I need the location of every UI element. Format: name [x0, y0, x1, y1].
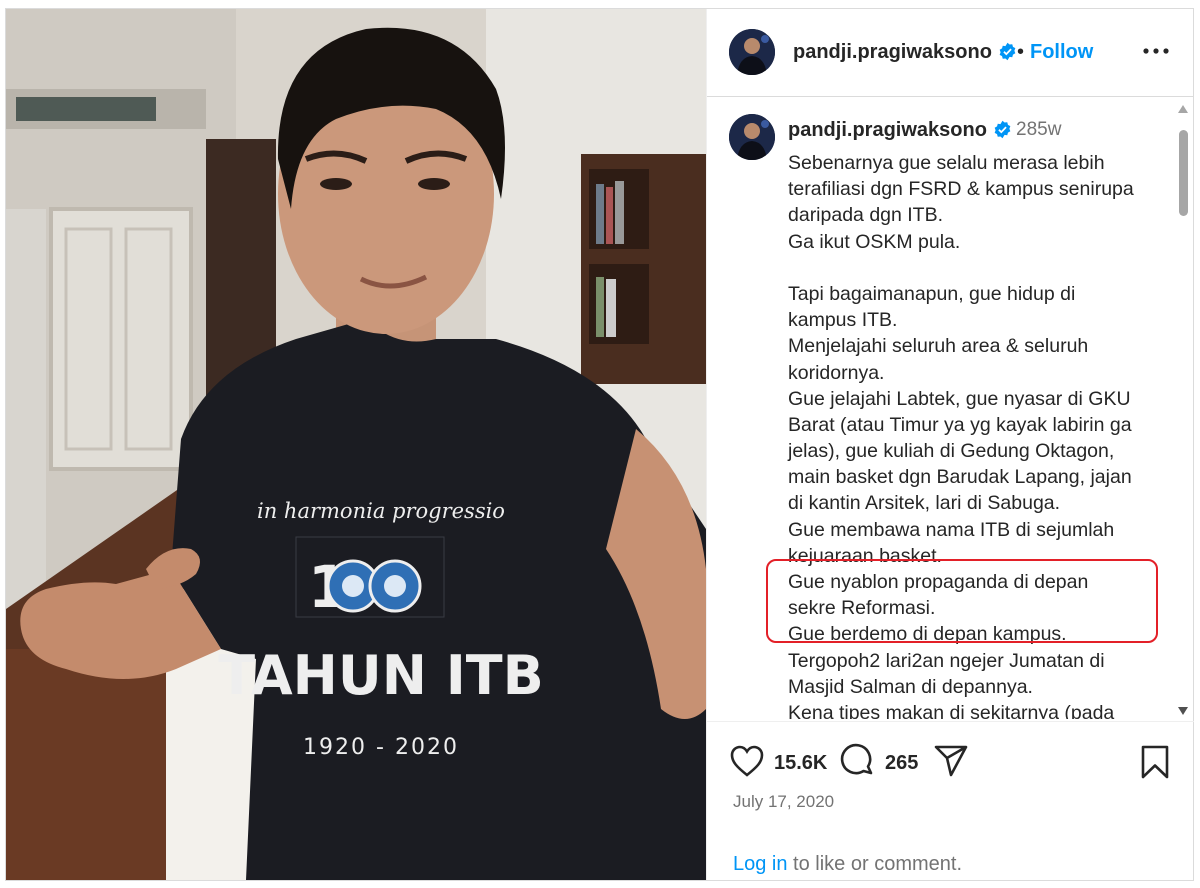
caption-line: Kena tipes makan di sekitarnya (pada [788, 701, 1115, 719]
post-header: pandji.pragiwaksono • Follow [707, 9, 1194, 97]
caption-line: main basket dgn Barudak Lapang, jajan [788, 466, 1132, 489]
caption-line: Barat (atau Timur ya yg kayak labirin ga [788, 413, 1132, 436]
caption-line: koridornya. [788, 361, 885, 384]
verified-badge-icon [994, 120, 1011, 139]
caption-line: kampus ITB. [788, 309, 898, 332]
caption-area[interactable]: pandji.pragiwaksono 285w Sebenarnya gue … [707, 99, 1194, 719]
header-separator: • [1017, 41, 1025, 63]
caption-line: Tapi bagaimanapun, gue hidup di [788, 282, 1076, 305]
selfie-illustration: in harmonia progressio 1 TAHUN ITB 1920 … [6, 9, 706, 880]
share-icon[interactable] [933, 744, 969, 778]
caption-username[interactable]: pandji.pragiwaksono [788, 119, 1012, 142]
shirt-slogan: in harmonia progressio [257, 499, 505, 523]
shirt-years: 1920 - 2020 [303, 735, 459, 760]
verified-badge-icon [999, 42, 1016, 61]
post-date[interactable]: July 17, 2020 [733, 792, 834, 812]
caption-username-text[interactable]: pandji.pragiwaksono [788, 119, 987, 141]
avatar[interactable] [729, 29, 775, 75]
scroll-thumb[interactable] [1179, 130, 1188, 216]
caption-line: Gue jelajahi Labtek, gue nyasar di GKU [788, 387, 1131, 410]
shirt-main-text: TAHUN ITB [218, 644, 544, 707]
login-link[interactable]: Log in [733, 853, 788, 875]
login-prompt-text: to like or comment. [787, 853, 963, 875]
caption-line: Menjelajahi seluruh area & seluruh [788, 335, 1089, 358]
scroll-down-arrow-icon[interactable] [1178, 707, 1188, 715]
header-username[interactable]: pandji.pragiwaksono [793, 41, 1017, 64]
scroll-up-arrow-icon[interactable] [1178, 105, 1188, 113]
post-actions: 15.6K 265 July 17, 2020 Log in to like o… [707, 721, 1194, 880]
caption-line: kejuaraan basket. [788, 544, 942, 567]
comment-count[interactable]: 265 [885, 752, 918, 775]
caption-line: Gue membawa nama ITB di sejumlah [788, 518, 1115, 541]
more-options-icon[interactable] [1141, 39, 1171, 63]
caption-line: jelas), gue kuliah di Gedung Oktagon, [788, 440, 1115, 463]
caption-line: di kantin Arsitek, lari di Sabuga. [788, 492, 1061, 515]
like-count[interactable]: 15.6K [774, 752, 827, 775]
caption-line: Ga ikut OSKM pula. [788, 230, 961, 253]
caption-avatar[interactable] [729, 114, 775, 160]
comment-icon[interactable] [840, 743, 876, 779]
heart-icon[interactable] [729, 744, 765, 778]
caption-line: Gue berdemo di depan kampus. [788, 623, 1067, 646]
post-photo[interactable]: in harmonia progressio 1 TAHUN ITB 1920 … [6, 9, 706, 880]
login-prompt: Log in to like or comment. [733, 853, 962, 876]
post-side-panel: pandji.pragiwaksono • Follow pandji.prag… [706, 9, 1194, 880]
caption-line: terafiliasi dgn FSRD & kampus senirupa [788, 178, 1134, 201]
caption-line: sekre Reformasi. [788, 597, 936, 620]
post-container: in harmonia progressio 1 TAHUN ITB 1920 … [5, 8, 1194, 881]
caption-line: Sebenarnya gue selalu merasa lebih [788, 152, 1105, 174]
follow-button[interactable]: Follow [1030, 41, 1093, 64]
caption-line: Tergopoh2 lari2an ngejer Jumatan di [788, 649, 1105, 672]
caption-timestamp[interactable]: 285w [1016, 119, 1061, 141]
caption-text: Sebenarnya gue selalu merasa lebih teraf… [788, 150, 1166, 719]
caption-line: Gue nyablon propaganda di depan [788, 571, 1089, 593]
caption-scrollbar[interactable] [1176, 105, 1190, 715]
caption-line: daripada dgn ITB. [788, 204, 944, 227]
bookmark-icon[interactable] [1139, 744, 1171, 780]
caption-line: Masjid Salman di depannya. [788, 675, 1033, 698]
header-username-text[interactable]: pandji.pragiwaksono [793, 41, 992, 63]
